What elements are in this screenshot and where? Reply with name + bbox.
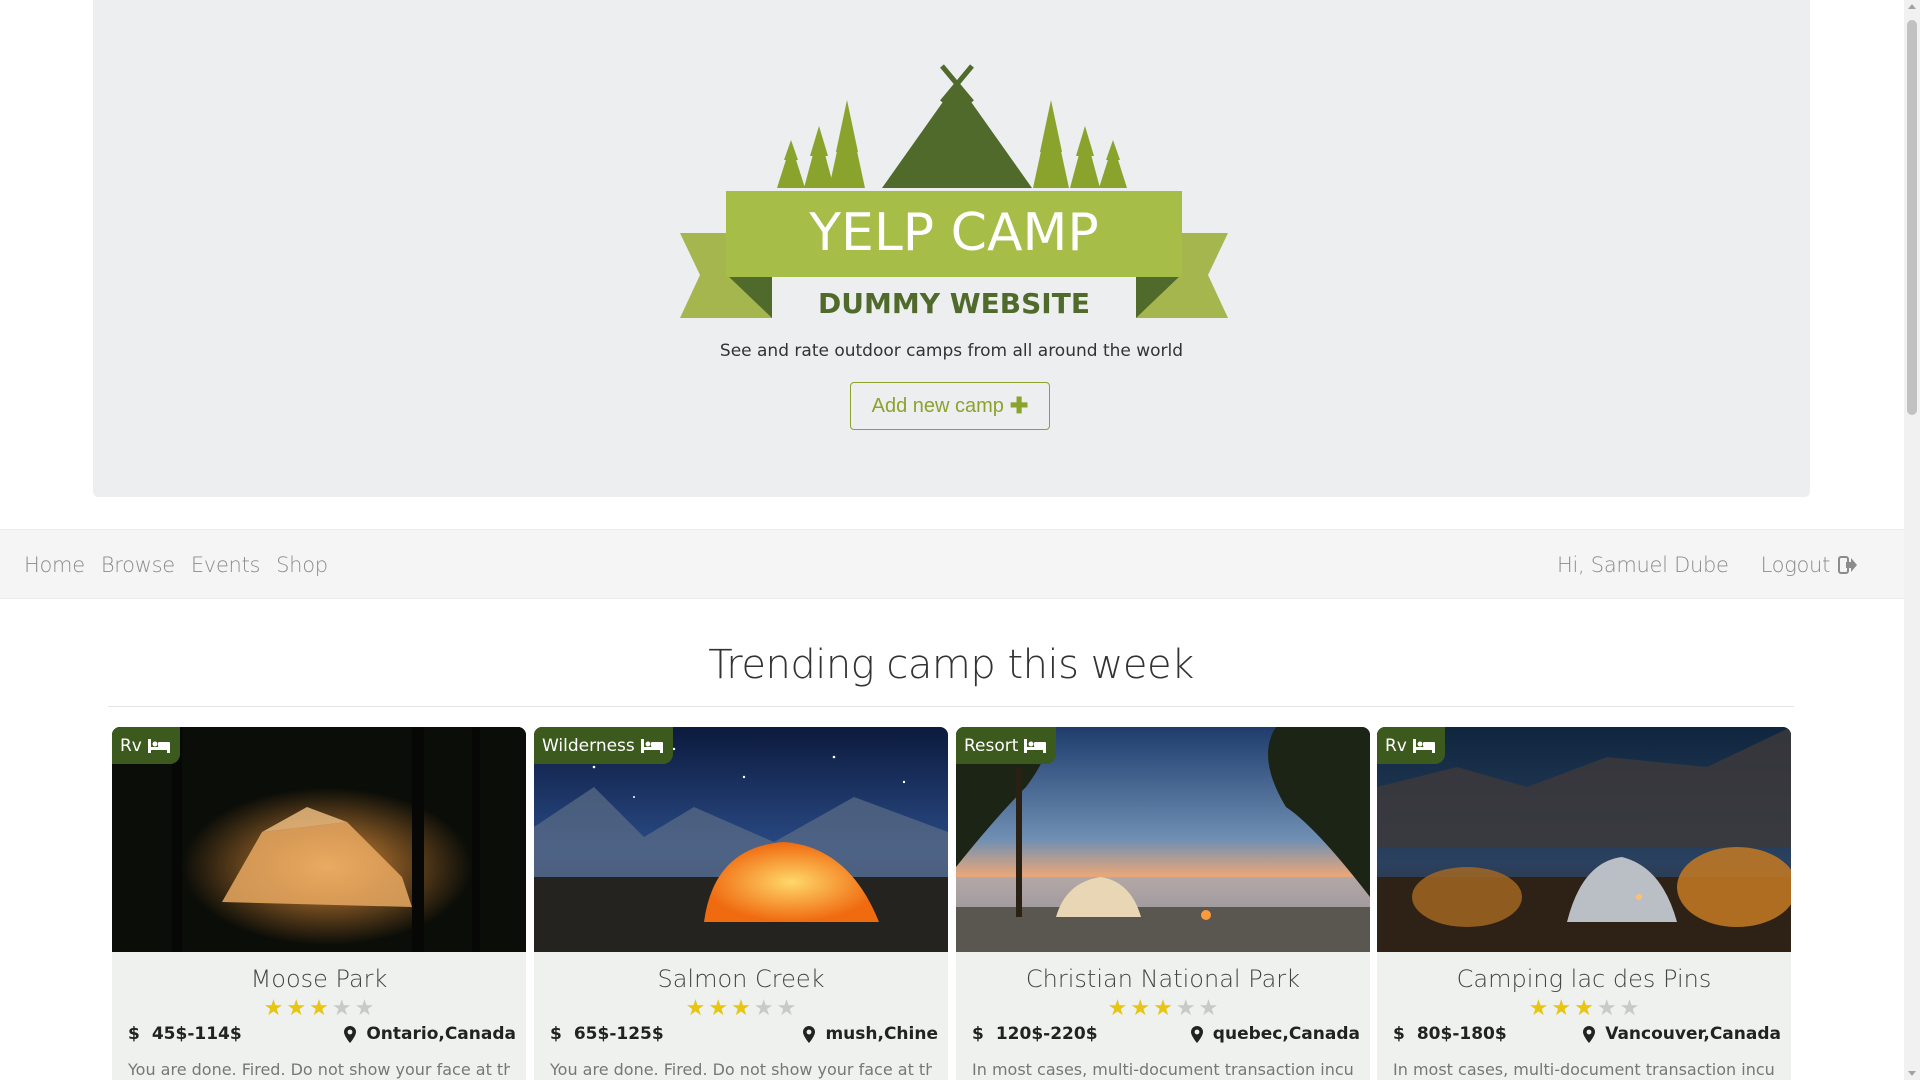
camp-rating: ★ ★ ★ ★ ★ <box>112 997 526 1019</box>
bed-icon <box>1024 738 1047 753</box>
scrollbar-thumb[interactable] <box>1907 20 1917 415</box>
camp-card[interactable]: Resort Christian National Park ★ ★ ★ ★ ★… <box>956 727 1370 1080</box>
star-icon: ★ <box>753 995 774 1020</box>
star-icon: ★ <box>1528 995 1549 1020</box>
camp-type-label: Rv <box>120 735 142 756</box>
dollar-icon: $ <box>128 1024 140 1044</box>
camp-description: You are done. Fired. Do not show your fa… <box>128 1060 510 1079</box>
camp-card[interactable]: Rv Moose Park ★ ★ ★ ★ ★ $ 45$-114$ Ontar… <box>112 727 526 1080</box>
camp-price: $ 120$-220$ <box>972 1024 1098 1044</box>
plus-icon: ✚ <box>1009 393 1029 418</box>
star-icon: ★ <box>1130 995 1151 1020</box>
dollar-icon: $ <box>972 1024 984 1044</box>
camp-name[interactable]: Christian National Park <box>956 965 1370 993</box>
page-scrollbar[interactable] <box>1904 0 1920 1080</box>
camp-description: In most cases, multi-document transactio… <box>1393 1060 1775 1079</box>
star-icon: ★ <box>286 995 307 1020</box>
map-marker-icon <box>1190 1025 1203 1043</box>
camp-type-label: Resort <box>964 735 1019 756</box>
camp-description: In most cases, multi-document transactio… <box>972 1060 1354 1079</box>
nav-link-shop[interactable]: Shop <box>276 553 328 577</box>
nav-links: Home Browse Events Shop <box>24 530 328 600</box>
dollar-icon: $ <box>550 1024 562 1044</box>
main-navbar: Home Browse Events Shop Hi, Samuel Dube … <box>0 529 1904 599</box>
camp-type-badge: Resort <box>956 727 1057 764</box>
camp-rating: ★ ★ ★ ★ ★ <box>534 997 948 1019</box>
star-icon: ★ <box>1596 995 1617 1020</box>
camp-rating: ★ ★ ★ ★ ★ <box>956 997 1370 1019</box>
bed-icon <box>1412 738 1435 753</box>
camp-type-badge: Wilderness <box>534 727 673 764</box>
yelp-camp-logo: YELP CAMP DUMMY WEBSITE <box>680 64 1228 320</box>
camp-type-label: Rv <box>1385 735 1407 756</box>
page: YELP CAMP DUMMY WEBSITE See and rate out… <box>0 0 1904 1080</box>
star-icon: ★ <box>731 995 751 1020</box>
add-new-camp-label: Add new camp <box>871 394 1004 417</box>
star-icon: ★ <box>1574 995 1594 1020</box>
camp-location: Ontario,Canada <box>344 1024 516 1044</box>
price-value: 120$-220$ <box>995 1024 1098 1044</box>
bed-icon <box>640 738 663 753</box>
camp-price: $ 45$-114$ <box>128 1024 242 1044</box>
star-icon: ★ <box>1551 995 1572 1020</box>
star-icon: ★ <box>1198 995 1219 1020</box>
camp-card[interactable]: Wilderness Salmon Creek ★ ★ ★ ★ ★ $ 65$-… <box>534 727 948 1080</box>
section-divider <box>108 706 1794 707</box>
nav-link-browse[interactable]: Browse <box>101 553 175 577</box>
camp-price: $ 80$-180$ <box>1393 1024 1507 1044</box>
nav-link-events[interactable]: Events <box>191 553 261 577</box>
camp-price: $ 65$-125$ <box>550 1024 664 1044</box>
star-icon: ★ <box>331 995 352 1020</box>
hero-jumbotron: YELP CAMP DUMMY WEBSITE See and rate out… <box>93 0 1810 497</box>
star-icon: ★ <box>685 995 706 1020</box>
price-value: 65$-125$ <box>573 1024 664 1044</box>
location-value: mush,Chine <box>825 1024 938 1044</box>
map-marker-icon <box>1583 1025 1596 1043</box>
user-greeting[interactable]: Hi, Samuel Dube <box>1557 553 1729 577</box>
bed-icon <box>147 738 170 753</box>
scroll-down-icon[interactable] <box>1908 1071 1916 1076</box>
camp-type-label: Wilderness <box>542 735 635 756</box>
star-icon: ★ <box>708 995 729 1020</box>
camp-name[interactable]: Salmon Creek <box>534 965 948 993</box>
logout-label: Logout <box>1760 553 1831 577</box>
camp-type-badge: Rv <box>1377 727 1445 764</box>
logout-icon <box>1838 556 1857 574</box>
logout-link[interactable]: Logout <box>1761 553 1858 577</box>
nav-link-home[interactable]: Home <box>24 553 85 577</box>
camp-description: You are done. Fired. Do not show your fa… <box>550 1060 932 1079</box>
camp-location: mush,Chine <box>803 1024 938 1044</box>
scroll-up-icon[interactable] <box>1908 4 1916 9</box>
camp-card[interactable]: Rv Camping lac des Pins ★ ★ ★ ★ ★ $ 80$-… <box>1377 727 1791 1080</box>
star-icon: ★ <box>1175 995 1196 1020</box>
star-icon: ★ <box>1153 995 1173 1020</box>
price-value: 45$-114$ <box>151 1024 242 1044</box>
star-icon: ★ <box>354 995 375 1020</box>
camp-name[interactable]: Camping lac des Pins <box>1377 965 1791 993</box>
logo-subtitle: DUMMY WEBSITE <box>818 287 1090 320</box>
camp-name[interactable]: Moose Park <box>112 965 526 993</box>
nav-user-area: Hi, Samuel Dube Logout <box>1557 530 1858 600</box>
dollar-icon: $ <box>1393 1024 1405 1044</box>
star-icon: ★ <box>776 995 797 1020</box>
logo-title: YELP CAMP <box>808 203 1099 263</box>
map-marker-icon <box>803 1025 816 1043</box>
map-marker-icon <box>344 1025 357 1043</box>
add-new-camp-button[interactable]: Add new camp ✚ <box>850 382 1050 430</box>
star-icon: ★ <box>263 995 284 1020</box>
camp-location: quebec,Canada <box>1190 1024 1360 1044</box>
location-value: quebec,Canada <box>1212 1024 1360 1044</box>
location-value: Ontario,Canada <box>366 1024 516 1044</box>
hero-tagline: See and rate outdoor camps from all arou… <box>719 341 1184 361</box>
star-icon: ★ <box>1107 995 1128 1020</box>
trending-title: Trending camp this week <box>708 642 1194 688</box>
location-value: Vancouver,Canada <box>1605 1024 1781 1044</box>
camp-rating: ★ ★ ★ ★ ★ <box>1377 997 1791 1019</box>
star-icon: ★ <box>309 995 329 1020</box>
camp-type-badge: Rv <box>112 727 180 764</box>
star-icon: ★ <box>1619 995 1640 1020</box>
price-value: 80$-180$ <box>1416 1024 1507 1044</box>
camp-location: Vancouver,Canada <box>1583 1024 1781 1044</box>
